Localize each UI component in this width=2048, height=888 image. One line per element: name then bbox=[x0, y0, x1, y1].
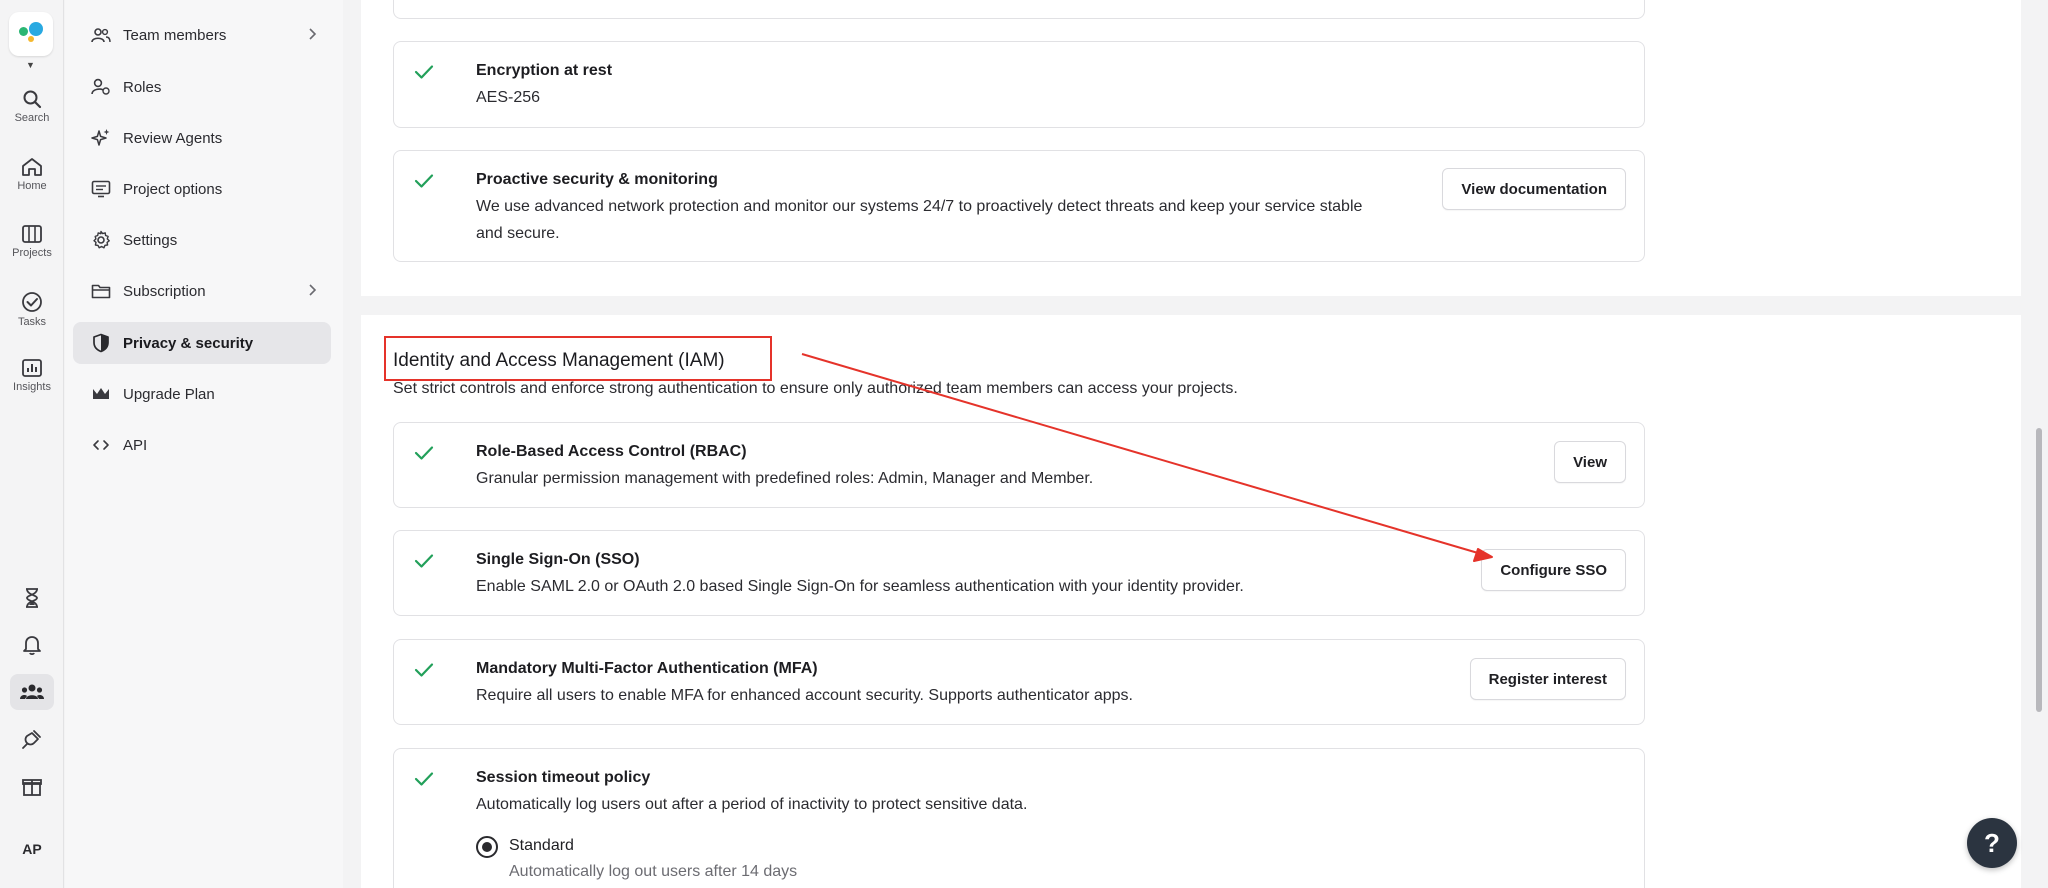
iam-section-subtitle: Set strict controls and enforce strong a… bbox=[393, 380, 1238, 397]
app-rail: ▼ Search Home Projects Tasks Insights AP bbox=[0, 0, 64, 888]
sidebar-item-label: Review Agents bbox=[123, 129, 223, 147]
sidebar-item-review-agents[interactable]: Review Agents bbox=[73, 117, 331, 159]
standard-radio-desc: Automatically log out users after 14 day… bbox=[509, 863, 798, 880]
sidebar-item-label: Upgrade Plan bbox=[123, 385, 215, 403]
check-icon bbox=[414, 663, 434, 677]
register-interest-button[interactable]: Register interest bbox=[1469, 658, 1626, 700]
standard-radio-label[interactable]: Standard bbox=[509, 837, 574, 855]
sidebar-item-team-members[interactable]: Team members bbox=[73, 14, 331, 56]
plug-icon bbox=[22, 730, 41, 749]
rail-integrations-button[interactable] bbox=[0, 728, 64, 750]
check-icon bbox=[414, 554, 434, 568]
sparkle-icon bbox=[91, 128, 111, 148]
session-title: Session timeout policy bbox=[476, 769, 651, 786]
standard-radio[interactable] bbox=[476, 836, 498, 858]
help-button[interactable]: ? bbox=[1967, 818, 2017, 868]
view-rbac-button[interactable]: View bbox=[1554, 441, 1626, 483]
sidebar-item-project-options[interactable]: Project options bbox=[73, 168, 331, 210]
logo-dot-green bbox=[19, 27, 28, 36]
encryption-desc: AES-256 bbox=[476, 89, 541, 106]
sso-desc: Enable SAML 2.0 or OAuth 2.0 based Singl… bbox=[476, 578, 1244, 595]
projects-icon bbox=[22, 225, 42, 243]
rail-item-label: Home bbox=[17, 180, 47, 192]
sidebar-item-label: Team members bbox=[123, 26, 227, 44]
rail-item-label: Tasks bbox=[17, 316, 47, 328]
team-icon bbox=[91, 25, 111, 45]
check-icon bbox=[414, 772, 434, 786]
rail-item-insights[interactable]: Insights bbox=[0, 358, 64, 393]
folder-icon bbox=[91, 281, 111, 301]
check-icon bbox=[414, 174, 434, 188]
rail-item-label: Projects bbox=[12, 247, 52, 259]
code-icon bbox=[91, 435, 111, 455]
rail-hourglass-button[interactable] bbox=[0, 587, 64, 609]
rail-item-projects[interactable]: Projects bbox=[0, 224, 64, 259]
proactive-desc-line2: and secure. bbox=[476, 225, 560, 242]
rbac-title: Role-Based Access Control (RBAC) bbox=[476, 443, 747, 460]
rail-item-tasks[interactable]: Tasks bbox=[0, 291, 64, 328]
tasks-icon bbox=[22, 292, 42, 312]
sidebar-item-label: Settings bbox=[123, 231, 178, 249]
shield-icon bbox=[91, 333, 111, 353]
mfa-desc: Require all users to enable MFA for enha… bbox=[476, 687, 1133, 704]
scrollbar-thumb[interactable] bbox=[2036, 428, 2042, 712]
rail-team-button[interactable] bbox=[10, 674, 54, 710]
gear-icon bbox=[91, 230, 111, 250]
rail-item-search[interactable]: Search bbox=[0, 89, 64, 124]
app-logo[interactable] bbox=[9, 12, 53, 56]
rbac-card: Role-Based Access Control (RBAC) Granula… bbox=[393, 422, 1645, 508]
sidebar-item-label: Roles bbox=[123, 78, 162, 96]
rail-item-home[interactable]: Home bbox=[0, 157, 64, 192]
mfa-title: Mandatory Multi-Factor Authentication (M… bbox=[476, 660, 818, 677]
rail-item-label: Search bbox=[14, 112, 50, 124]
workspace-caret-icon[interactable]: ▼ bbox=[26, 60, 35, 70]
security-card-partial bbox=[393, 0, 1645, 19]
project-options-icon bbox=[91, 179, 111, 199]
sidebar-item-label: Privacy & security bbox=[123, 334, 254, 352]
mfa-card: Mandatory Multi-Factor Authentication (M… bbox=[393, 639, 1645, 725]
team-icon bbox=[20, 684, 44, 699]
search-icon bbox=[23, 90, 42, 109]
sidebar-item-subscription[interactable]: Subscription bbox=[73, 270, 331, 312]
roles-icon bbox=[91, 77, 111, 97]
sidebar-item-roles[interactable]: Roles bbox=[73, 66, 331, 108]
bell-icon bbox=[23, 636, 41, 656]
home-icon bbox=[22, 158, 42, 176]
insights-icon bbox=[22, 359, 42, 377]
hourglass-icon bbox=[26, 588, 38, 608]
sidebar-item-upgrade-plan[interactable]: Upgrade Plan bbox=[73, 373, 331, 415]
check-icon bbox=[414, 65, 434, 79]
rbac-desc: Granular permission management with pred… bbox=[476, 470, 1094, 487]
chevron-right-icon bbox=[309, 28, 317, 40]
user-avatar[interactable]: AP bbox=[0, 841, 64, 857]
session-timeout-card: Session timeout policy Automatically log… bbox=[393, 748, 1645, 888]
rail-notifications-button[interactable] bbox=[0, 634, 64, 656]
sidebar-item-api[interactable]: API bbox=[73, 424, 331, 466]
proactive-title: Proactive security & monitoring bbox=[476, 171, 718, 188]
settings-sidebar: Team members Roles Review Agents Project… bbox=[65, 0, 343, 888]
sidebar-item-privacy-security[interactable]: Privacy & security bbox=[73, 322, 331, 364]
sidebar-item-label: Project options bbox=[123, 180, 223, 198]
rail-item-label: Insights bbox=[13, 381, 51, 393]
annotation-highlight-box bbox=[384, 336, 772, 381]
proactive-desc-line1: We use advanced network protection and m… bbox=[476, 198, 1363, 215]
sso-card: Single Sign-On (SSO) Enable SAML 2.0 or … bbox=[393, 530, 1645, 616]
proactive-security-card: Proactive security & monitoring We use a… bbox=[393, 150, 1645, 262]
sidebar-item-settings[interactable]: Settings bbox=[73, 219, 331, 261]
logo-dot-yellow bbox=[28, 36, 34, 42]
encryption-card: Encryption at rest AES-256 bbox=[393, 41, 1645, 128]
check-icon bbox=[414, 446, 434, 460]
session-desc: Automatically log users out after a peri… bbox=[476, 796, 1028, 813]
encryption-title: Encryption at rest bbox=[476, 62, 613, 79]
sso-title: Single Sign-On (SSO) bbox=[476, 551, 640, 568]
chevron-right-icon bbox=[309, 284, 317, 296]
gift-icon bbox=[22, 779, 42, 796]
sidebar-item-label: API bbox=[123, 436, 148, 454]
rail-gift-button[interactable] bbox=[0, 775, 64, 797]
logo-dot-blue bbox=[29, 22, 43, 36]
configure-sso-button[interactable]: Configure SSO bbox=[1481, 549, 1626, 591]
crown-icon bbox=[91, 384, 111, 404]
sidebar-item-label: Subscription bbox=[123, 282, 206, 300]
view-documentation-button[interactable]: View documentation bbox=[1442, 168, 1626, 210]
